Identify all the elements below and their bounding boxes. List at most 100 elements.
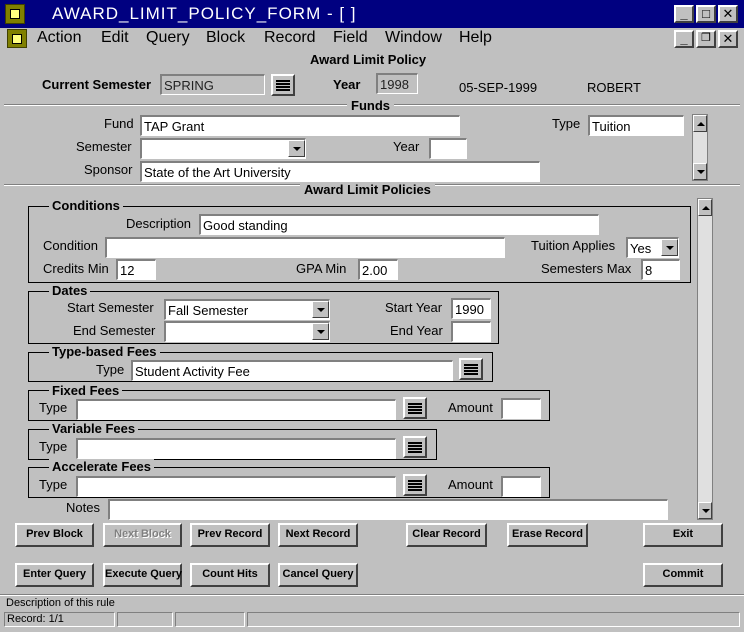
status-cell-2 xyxy=(117,612,173,627)
accelerate-fees-amount-field[interactable] xyxy=(501,476,541,497)
document-icon[interactable] xyxy=(7,29,27,48)
menu-edit[interactable]: Edit xyxy=(101,29,129,47)
variable-fees-lov-button[interactable] xyxy=(403,436,427,458)
end-year-label: End Year xyxy=(390,323,443,338)
doc-minimize-button[interactable]: _ xyxy=(674,30,694,48)
erase-record-button[interactable]: Erase Record xyxy=(507,523,588,547)
tuition-applies-label: Tuition Applies xyxy=(531,238,616,253)
accelerate-fees-lov-button[interactable] xyxy=(403,474,427,496)
fund-type-field[interactable]: Tuition xyxy=(588,115,684,136)
notes-field[interactable] xyxy=(108,499,668,520)
next-record-button[interactable]: Next Record xyxy=(278,523,358,547)
minimize-button[interactable]: _ xyxy=(674,5,694,23)
description-field[interactable]: Good standing xyxy=(199,214,599,235)
app-icon[interactable] xyxy=(5,4,25,24)
chevron-down-icon[interactable] xyxy=(661,239,678,256)
enter-query-button[interactable]: Enter Query xyxy=(15,563,94,587)
end-semester-label: End Semester xyxy=(73,323,156,338)
fund-year-label: Year xyxy=(393,139,420,154)
fund-year-field[interactable] xyxy=(429,138,467,159)
scroll-up-button[interactable] xyxy=(698,199,712,216)
semesters-max-field[interactable]: 8 xyxy=(641,259,680,280)
accelerate-fees-title: Accelerate Fees xyxy=(49,459,155,474)
status-separator xyxy=(0,594,744,596)
maximize-button[interactable]: □ xyxy=(696,5,716,23)
prev-block-button[interactable]: Prev Block xyxy=(15,523,94,547)
fixed-fees-type-field[interactable] xyxy=(76,399,396,420)
tuition-applies-dropdown[interactable]: Yes xyxy=(626,237,679,258)
credits-min-label: Credits Min xyxy=(43,261,109,276)
close-button[interactable]: ✕ xyxy=(718,5,738,23)
header-year-field[interactable]: 1998 xyxy=(376,73,418,94)
start-semester-label: Start Semester xyxy=(67,300,154,315)
fund-type-label: Type xyxy=(552,116,581,131)
gpa-min-label: GPA Min xyxy=(296,261,347,276)
type-based-fees-lov-button[interactable] xyxy=(459,358,483,380)
type-based-fees-type-label: Type xyxy=(96,362,125,377)
cancel-query-button[interactable]: Cancel Query xyxy=(278,563,358,587)
fixed-fees-type-label: Type xyxy=(39,400,68,415)
chevron-down-icon[interactable] xyxy=(312,323,329,340)
sponsor-label: Sponsor xyxy=(84,162,133,177)
end-semester-dropdown[interactable] xyxy=(164,321,330,342)
sponsor-field[interactable]: State of the Art University xyxy=(140,161,540,182)
menu-window[interactable]: Window xyxy=(385,29,442,47)
menu-action[interactable]: Action xyxy=(37,29,81,47)
fixed-fees-amount-field[interactable] xyxy=(501,398,541,419)
start-semester-dropdown[interactable]: Fall Semester xyxy=(164,299,330,320)
status-record-count: Record: 1/1 xyxy=(4,612,115,627)
condition-label: Condition xyxy=(43,238,98,253)
menu-help[interactable]: Help xyxy=(459,29,492,47)
scroll-up-button[interactable] xyxy=(693,115,707,132)
semester-lov-button[interactable] xyxy=(271,74,295,96)
credits-min-field[interactable]: 12 xyxy=(116,259,156,280)
form-title: Award Limit Policy xyxy=(310,52,427,67)
menu-block[interactable]: Block xyxy=(206,29,245,47)
menu-query[interactable]: Query xyxy=(146,29,190,47)
clear-record-button[interactable]: Clear Record xyxy=(406,523,487,547)
condition-field[interactable] xyxy=(105,237,505,258)
title-bar: AWARD_LIMIT_POLICY_FORM - [ ] _ □ ✕ xyxy=(0,0,744,28)
menu-field[interactable]: Field xyxy=(333,29,368,47)
gpa-min-field[interactable]: 2.00 xyxy=(358,259,398,280)
fixed-fees-lov-button[interactable] xyxy=(403,397,427,419)
status-message: Description of this rule xyxy=(6,597,115,609)
conditions-title: Conditions xyxy=(49,198,123,213)
fund-semester-dropdown[interactable] xyxy=(140,138,306,159)
start-year-field[interactable]: 1990 xyxy=(451,298,491,319)
type-based-fees-title: Type-based Fees xyxy=(49,344,160,359)
type-based-fees-type-field[interactable]: Student Activity Fee xyxy=(131,360,453,381)
policies-scrollbar[interactable] xyxy=(697,198,713,520)
semesters-max-label: Semesters Max xyxy=(541,261,632,276)
status-cell-3 xyxy=(175,612,245,627)
menu-bar: Action Edit Query Block Record Field Win… xyxy=(0,28,744,50)
current-semester-field[interactable]: SPRING xyxy=(160,74,265,95)
exit-button[interactable]: Exit xyxy=(643,523,723,547)
fixed-fees-amount-label: Amount xyxy=(448,400,493,415)
execute-query-button[interactable]: Execute Query xyxy=(103,563,182,587)
next-block-button[interactable]: Next Block xyxy=(103,523,182,547)
fund-field[interactable]: TAP Grant xyxy=(140,115,460,136)
prev-record-button[interactable]: Prev Record xyxy=(190,523,270,547)
variable-fees-type-field[interactable] xyxy=(76,438,396,459)
accelerate-fees-type-label: Type xyxy=(39,477,68,492)
doc-restore-button[interactable]: ❐ xyxy=(696,30,716,48)
chevron-down-icon[interactable] xyxy=(312,301,329,318)
accelerate-fees-type-field[interactable] xyxy=(76,476,396,497)
commit-button[interactable]: Commit xyxy=(643,563,723,587)
dates-title: Dates xyxy=(49,283,91,298)
doc-close-button[interactable]: ✕ xyxy=(718,30,738,48)
chevron-down-icon[interactable] xyxy=(288,140,305,157)
accelerate-fees-amount-label: Amount xyxy=(448,477,493,492)
funds-title: Funds xyxy=(347,98,394,113)
policies-title: Award Limit Policies xyxy=(300,182,435,197)
funds-scrollbar[interactable] xyxy=(692,114,708,181)
menu-record[interactable]: Record xyxy=(264,29,316,47)
scroll-down-button[interactable] xyxy=(698,502,712,519)
fund-label: Fund xyxy=(104,116,134,131)
count-hits-button[interactable]: Count Hits xyxy=(190,563,270,587)
current-semester-label: Current Semester xyxy=(42,77,152,92)
end-year-field[interactable] xyxy=(451,321,491,342)
description-label: Description xyxy=(126,216,192,231)
scroll-down-button[interactable] xyxy=(693,163,707,180)
